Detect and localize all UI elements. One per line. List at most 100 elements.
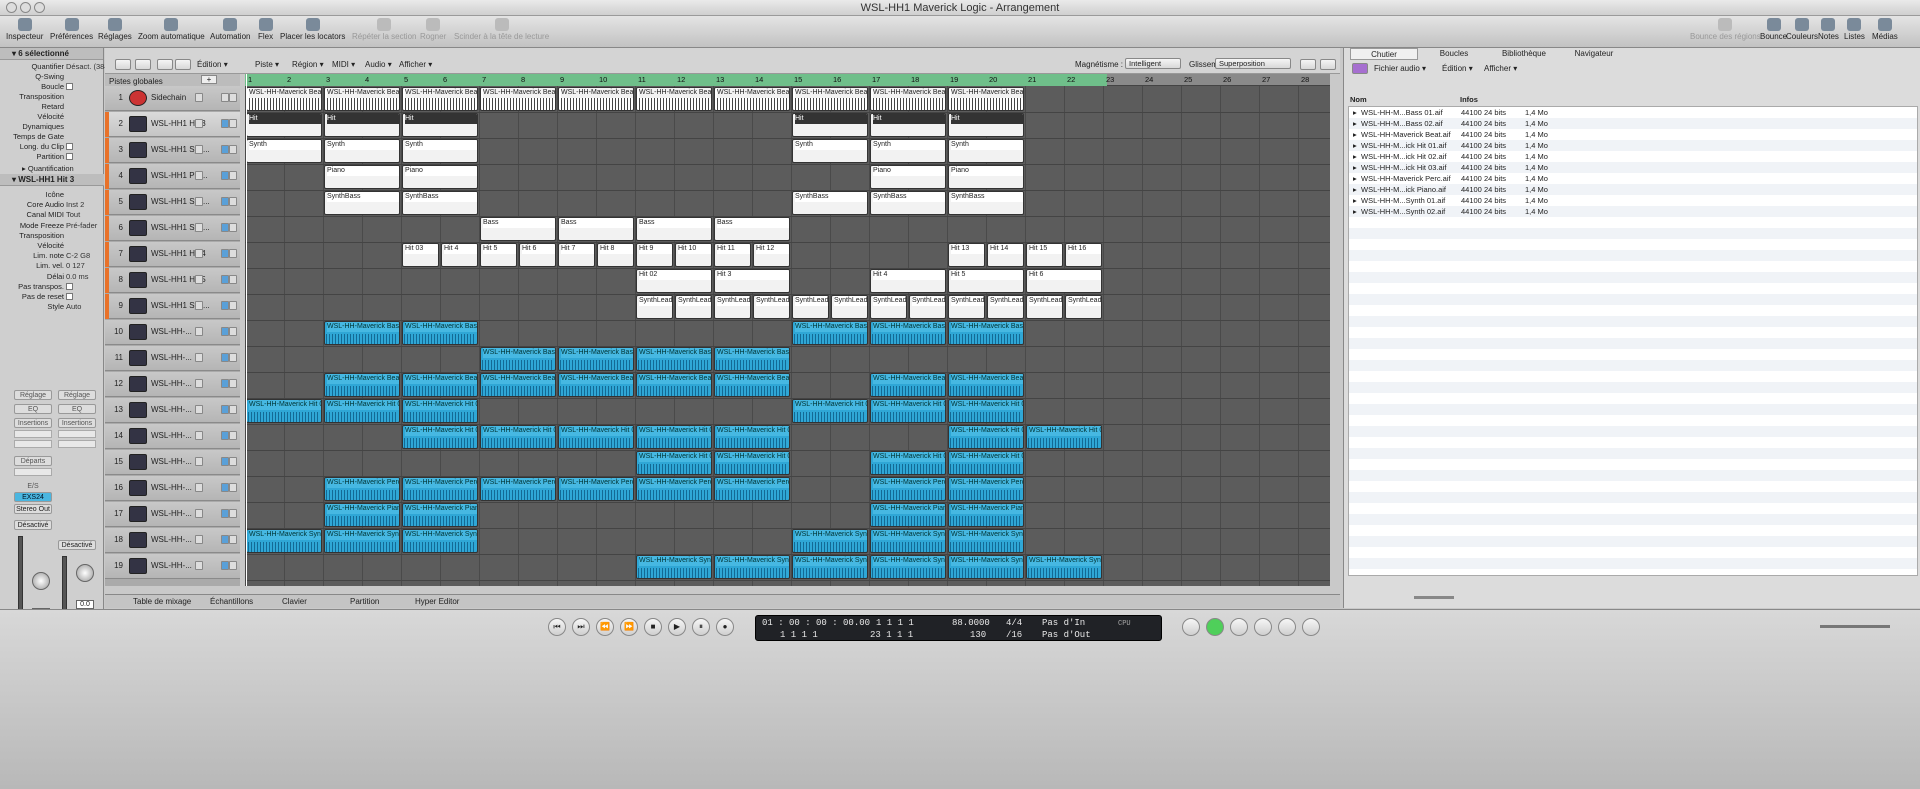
region[interactable]: Hit	[792, 113, 868, 137]
track-header[interactable]: 11 WSL-HH-...	[105, 346, 240, 371]
region[interactable]: WSL-HH-Maverick Synth 0	[402, 529, 478, 553]
mute-button[interactable]	[221, 171, 229, 180]
region[interactable]: WSL-HH-Maverick Beat.1	[402, 373, 478, 397]
region[interactable]: WSL-HH-Maverick Synth 0	[246, 529, 322, 553]
region[interactable]: WSL-HH-Maverick Beat.9	[324, 87, 400, 111]
region[interactable]: Synth	[792, 139, 868, 163]
toolbar-button[interactable]: Flex	[258, 18, 273, 41]
bar-ruler[interactable]: 1 2 3 4 5 6 7 8 9 10 11 12 13 14 15 16 17 18 19 20 21 22 23 24 2…	[245, 74, 1330, 86]
inspector-param[interactable]: Vélocité	[0, 112, 104, 122]
cycle-button[interactable]	[1206, 618, 1224, 636]
region[interactable]: WSL-HH-Maverick Beat.6	[870, 373, 946, 397]
region[interactable]: WSL-HH-Maverick Beat.13	[636, 87, 712, 111]
solo-button[interactable]	[229, 431, 237, 440]
freeze-icon[interactable]	[195, 483, 203, 492]
menu-2[interactable]: Région ▾	[292, 60, 324, 70]
region[interactable]: WSL-HH-Maverick Hit 01	[792, 399, 868, 423]
region[interactable]: Synth	[948, 139, 1024, 163]
track-header[interactable]: 17 WSL-HH-...	[105, 502, 240, 527]
audio-file-row[interactable]: ▸ WSL-HH-M...Bass 02.aif 44100 24 bits 1,4 …	[1349, 118, 1919, 129]
freeze-icon[interactable]	[195, 535, 203, 544]
advanced-quantization-toggle[interactable]: ▸ Quantification avancée	[0, 164, 104, 183]
region[interactable]: WSL-HH-Maverick Beat.15	[792, 87, 868, 111]
magnet-select[interactable]: Intelligent	[1125, 58, 1181, 69]
freeze-icon[interactable]	[195, 509, 203, 518]
editor-tab[interactable]: Clavier	[282, 597, 307, 606]
insert-slot[interactable]	[14, 430, 52, 438]
bin-menu[interactable]: Afficher ▾	[1484, 64, 1517, 74]
track-param[interactable]: Transposition	[0, 231, 104, 241]
region[interactable]: SynthBass	[324, 191, 400, 215]
toolbar-button[interactable]: Notes	[1818, 18, 1839, 41]
region[interactable]: WSL-HH-Maverick Bass 03	[402, 321, 478, 345]
region[interactable]: WSL-HH-Maverick Synth 0	[948, 555, 1024, 579]
strip-input-button[interactable]: EXS24	[14, 492, 52, 502]
solo-button[interactable]	[229, 483, 237, 492]
pencil-tool-button[interactable]	[135, 59, 151, 70]
checkbox[interactable]	[66, 153, 73, 160]
region[interactable]: Hit	[324, 113, 400, 137]
region[interactable]: Hit 9	[636, 243, 673, 267]
go-to-start-button[interactable]: ⏮	[548, 618, 566, 636]
editor-tab[interactable]: Table de mixage	[133, 597, 191, 606]
browser-tab[interactable]: Boucles	[1420, 48, 1488, 60]
track-param[interactable]: Lim. note C-2 G8	[0, 251, 104, 261]
pan-knob[interactable]	[32, 572, 50, 590]
region[interactable]: WSL-HH-Maverick Synth 0	[948, 529, 1024, 553]
strip-eq-button[interactable]: EQ	[14, 404, 52, 414]
region[interactable]: WSL-HH-Maverick Bass 02	[558, 347, 634, 371]
track-header[interactable]: 7 WSL-HH1 Hit 4	[105, 242, 240, 267]
track-param[interactable]: Pas de reset	[0, 292, 104, 302]
track-header[interactable]: 6 WSL-HH1 Syn...	[105, 216, 240, 241]
browser-tab[interactable]: Navigateur	[1560, 48, 1628, 60]
toolbar-button[interactable]: Bounce	[1760, 18, 1787, 41]
region[interactable]: Hit 3	[714, 269, 790, 293]
region[interactable]: WSL-HH-Maverick Synth 0	[792, 529, 868, 553]
freeze-icon[interactable]	[195, 561, 203, 570]
region[interactable]: WSL-HH-Maverick Beat.3	[558, 373, 634, 397]
region[interactable]: Hit 7	[558, 243, 595, 267]
crosshair-tool-button[interactable]	[1320, 59, 1336, 70]
toolbar-button[interactable]: Inspecteur	[6, 18, 43, 41]
play-button[interactable]: ▶	[668, 618, 686, 636]
track-header[interactable]: 3 WSL-HH1 Syn...	[105, 138, 240, 163]
solo-button[interactable]	[229, 223, 237, 232]
region[interactable]: WSL-HH-Maverick Perc.2	[480, 477, 556, 501]
menu-0[interactable]: Édition ▾	[197, 60, 228, 70]
region[interactable]: WSL-HH-Maverick Hit 02	[402, 425, 478, 449]
inspector-region-header[interactable]: ▾ 6 sélectionné	[0, 48, 103, 60]
region[interactable]: Hit	[246, 113, 322, 137]
region[interactable]: WSL-HH-Maverick Hit 01	[948, 399, 1024, 423]
audio-file-row[interactable]: ▸ WSL-HH-M...Synth 02.aif 44100 24 bits 1,4…	[1349, 206, 1919, 217]
mute-button[interactable]	[221, 379, 229, 388]
strip-reglage-button[interactable]: Réglage	[58, 390, 96, 400]
freeze-icon[interactable]	[195, 431, 203, 440]
toolbar-button[interactable]: Rogner	[420, 18, 446, 41]
track-header[interactable]: 10 WSL-HH-...	[105, 320, 240, 345]
region[interactable]: WSL-HH-Maverick Beat.17	[948, 87, 1024, 111]
solo-button[interactable]	[229, 249, 237, 258]
solo-button[interactable]	[229, 275, 237, 284]
toolbar-button[interactable]: Bounce des régions	[1690, 18, 1761, 41]
solo-button[interactable]	[229, 327, 237, 336]
region[interactable]: Synth	[324, 139, 400, 163]
solo-button[interactable]	[1230, 618, 1248, 636]
region[interactable]: Synth	[870, 139, 946, 163]
region[interactable]: WSL-HH-Maverick Hit 02	[480, 425, 556, 449]
track-header[interactable]: 8 WSL-HH1 Hit 5	[105, 268, 240, 293]
region[interactable]: SynthBass	[402, 191, 478, 215]
inspector-track-header[interactable]: ▾ WSL-HH1 Hit 3	[0, 174, 104, 186]
strip-eq-button[interactable]: EQ	[58, 404, 96, 414]
sync-button[interactable]	[1254, 618, 1272, 636]
toolbar-button[interactable]: Zoom automatique	[138, 18, 205, 41]
freeze-icon[interactable]	[195, 249, 203, 258]
track-param[interactable]: Pas transpos.	[0, 282, 104, 292]
region[interactable]: Hit 10	[675, 243, 712, 267]
region[interactable]: SynthLead	[714, 295, 751, 319]
region[interactable]: Hit 13	[948, 243, 985, 267]
mute-button[interactable]	[221, 353, 229, 362]
param-value[interactable]: 0 127	[66, 261, 85, 271]
editor-tab[interactable]: Hyper Editor	[415, 597, 459, 606]
region[interactable]: SynthLead	[987, 295, 1024, 319]
region[interactable]: WSL-HH-Maverick Piano.1	[948, 503, 1024, 527]
